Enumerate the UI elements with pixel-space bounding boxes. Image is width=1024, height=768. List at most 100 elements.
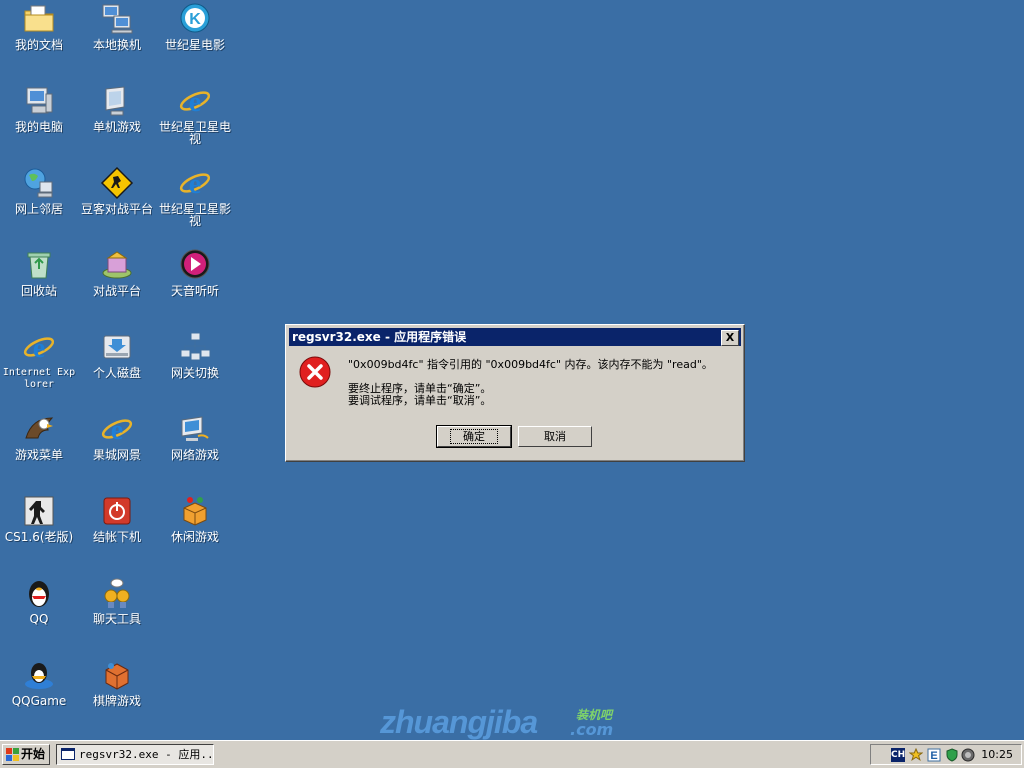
desktop-icon-casual-games[interactable]: 休闲游戏 (156, 494, 234, 543)
qqgame-icon (25, 663, 53, 689)
shield-icon[interactable] (945, 748, 959, 762)
desktop-icon-label: 我的文档 (14, 38, 63, 52)
desktop-icon-label: 棋牌游戏 (92, 694, 141, 708)
internet-explorer-icon: e (179, 87, 211, 118)
error-dialog: regsvr32.exe - 应用程序错误 X "0x009bd4fc" 指令引… (285, 324, 745, 462)
dialog-title: regsvr32.exe - 应用程序错误 (292, 330, 467, 344)
desktop-icon-personal-disk[interactable]: 个人磁盘 (78, 330, 156, 379)
start-button[interactable]: 开始 (2, 744, 50, 765)
qq-penguin-icon (29, 581, 49, 607)
desktop-icon-local-switch[interactable]: 本地换机 (78, 2, 156, 51)
internet-explorer-icon: e (101, 415, 133, 446)
svg-text:E: E (930, 750, 937, 762)
desktop-icon-label: 果城网景 (92, 448, 141, 462)
ie-tray-icon[interactable]: E (927, 748, 941, 762)
cancel-button[interactable]: 取消 (518, 426, 592, 447)
start-button-label: 开始 (21, 747, 46, 761)
window-icon (61, 748, 75, 760)
desktop-icon-label: CS1.6(老版) (4, 530, 74, 544)
speaker-icon[interactable] (961, 748, 975, 762)
desktop-icon-online-games[interactable]: 网络游戏 (156, 412, 234, 461)
error-icon (299, 356, 331, 388)
desktop-icon-century-star-movie[interactable]: K 世纪星电影 (156, 2, 234, 51)
desktop-icon-gateway-switch[interactable]: 网关切换 (156, 330, 234, 379)
desktop-icon-label: 天音听听 (170, 284, 219, 298)
folder-icon (24, 5, 54, 32)
desktop-icon-label: 我的电脑 (14, 120, 63, 134)
dialog-message-line3: 要调试程序，请单击“取消”。 (348, 394, 492, 407)
desktop-icon-label: 豆客对战平台 (80, 202, 153, 216)
desktop-icon-label: 回收站 (20, 284, 57, 298)
desktop-icon-guocheng-scenic[interactable]: e 果城网景 (78, 412, 156, 461)
network-nodes-icon (180, 332, 211, 361)
arena-icon (102, 251, 132, 279)
internet-explorer-icon: e (23, 333, 55, 364)
desktop-icon-label: 单机游戏 (92, 120, 141, 134)
recycle-bin-icon (27, 252, 51, 279)
k-logo-icon: K (180, 3, 210, 33)
cancel-button-label: 取消 (544, 430, 566, 443)
network-computers-icon (102, 4, 133, 34)
power-button-icon (103, 497, 131, 525)
taskbar: 开始 regsvr32.exe - 应用... CH E 10:25 (0, 740, 1024, 768)
desktop-icon-game-menu[interactable]: 游戏菜单 (0, 412, 78, 461)
watermark-com-text: .com (570, 720, 614, 739)
desktop-icon-label: 世纪星卫星电视 (158, 120, 231, 146)
desktop-icon-tianyin[interactable]: 天音听听 (156, 248, 234, 297)
desktop-icon-battle-platform[interactable]: 对战平台 (78, 248, 156, 297)
ok-button-label: 确定 (450, 429, 498, 444)
desktop-icon-cs16[interactable]: CS1.6(老版) (0, 494, 78, 543)
svg-text:e: e (189, 87, 201, 118)
watermark-logo: zhuangjiba 装机吧 .com (380, 704, 640, 744)
desktop-icon-my-computer[interactable]: 我的电脑 (0, 84, 78, 133)
ok-button[interactable]: 确定 (436, 425, 512, 448)
desktop-icon-label: Internet Explorer (2, 367, 76, 390)
desktop-icon-checkout[interactable]: 结帐下机 (78, 494, 156, 543)
close-button[interactable]: X (721, 330, 739, 346)
dialog-titlebar[interactable]: regsvr32.exe - 应用程序错误 X (289, 328, 741, 346)
close-icon: X (725, 331, 735, 344)
dialog-message-line1: "0x009bd4fc" 指令引用的 "0x009bd4fc" 内存。该内存不能… (348, 358, 713, 371)
desktop-icon-century-star-satellite-film[interactable]: e 世纪星卫星影视 (156, 166, 234, 227)
clock: 10:25 (981, 748, 1013, 761)
svg-text:e: e (111, 415, 123, 446)
desktop-icon-label: 结帐下机 (92, 530, 141, 544)
svg-text:e: e (189, 169, 201, 200)
internet-explorer-icon: e (179, 169, 211, 200)
desktop-icon-label: 本地换机 (92, 38, 141, 52)
system-tray: CH E 10:25 (870, 744, 1022, 765)
desktop-icon-label: 网关切换 (170, 366, 219, 380)
counter-strike-icon (24, 496, 54, 526)
desktop-icon-my-documents[interactable]: 我的文档 (0, 2, 78, 51)
network-monitor-icon (181, 416, 209, 441)
desktop-icon-label: QQGame (11, 694, 67, 708)
desktop-icon-label: QQ (29, 612, 49, 626)
star-icon[interactable] (909, 748, 923, 762)
desktop-icon-label: 个人磁盘 (92, 366, 141, 380)
desktop-icon-network[interactable]: 网上邻居 (0, 166, 78, 215)
desktop-icon-chat-tools[interactable]: 聊天工具 (78, 576, 156, 625)
ime-indicator[interactable]: CH (891, 748, 905, 762)
desktop-icon-label: 世纪星电影 (164, 38, 225, 52)
svg-text:K: K (189, 11, 201, 28)
desktop-icon-qqgame[interactable]: QQGame (0, 658, 78, 707)
desktop-icon-douke-platform[interactable]: 豆客对战平台 (78, 166, 156, 215)
play-button-icon (180, 249, 210, 279)
gift-box-icon (183, 497, 207, 526)
computer-icon (26, 87, 53, 114)
desktop-icon-single-games[interactable]: 单机游戏 (78, 84, 156, 133)
desktop-icon-label: 网络游戏 (170, 448, 219, 462)
taskbar-item-regsvr32[interactable]: regsvr32.exe - 应用... (56, 744, 214, 765)
desktop-icon-board-games[interactable]: 棋牌游戏 (78, 658, 156, 707)
desktop-icon-internet-explorer[interactable]: e Internet Explorer (0, 330, 78, 391)
eagle-icon (25, 417, 54, 439)
svg-text:e: e (33, 333, 45, 364)
desktop-icon-label: 世纪星卫星影视 (158, 202, 231, 228)
desktop-icon-qq[interactable]: QQ (0, 576, 78, 625)
desktop-icon-label: 休闲游戏 (170, 530, 219, 544)
desktop-icon-century-star-satellite-tv[interactable]: e 世纪星卫星电视 (156, 84, 234, 145)
network-globe-icon (24, 168, 53, 198)
desktop-icon-label: 对战平台 (92, 284, 141, 298)
chat-people-icon (104, 578, 130, 608)
desktop-icon-recycle-bin[interactable]: 回收站 (0, 248, 78, 297)
